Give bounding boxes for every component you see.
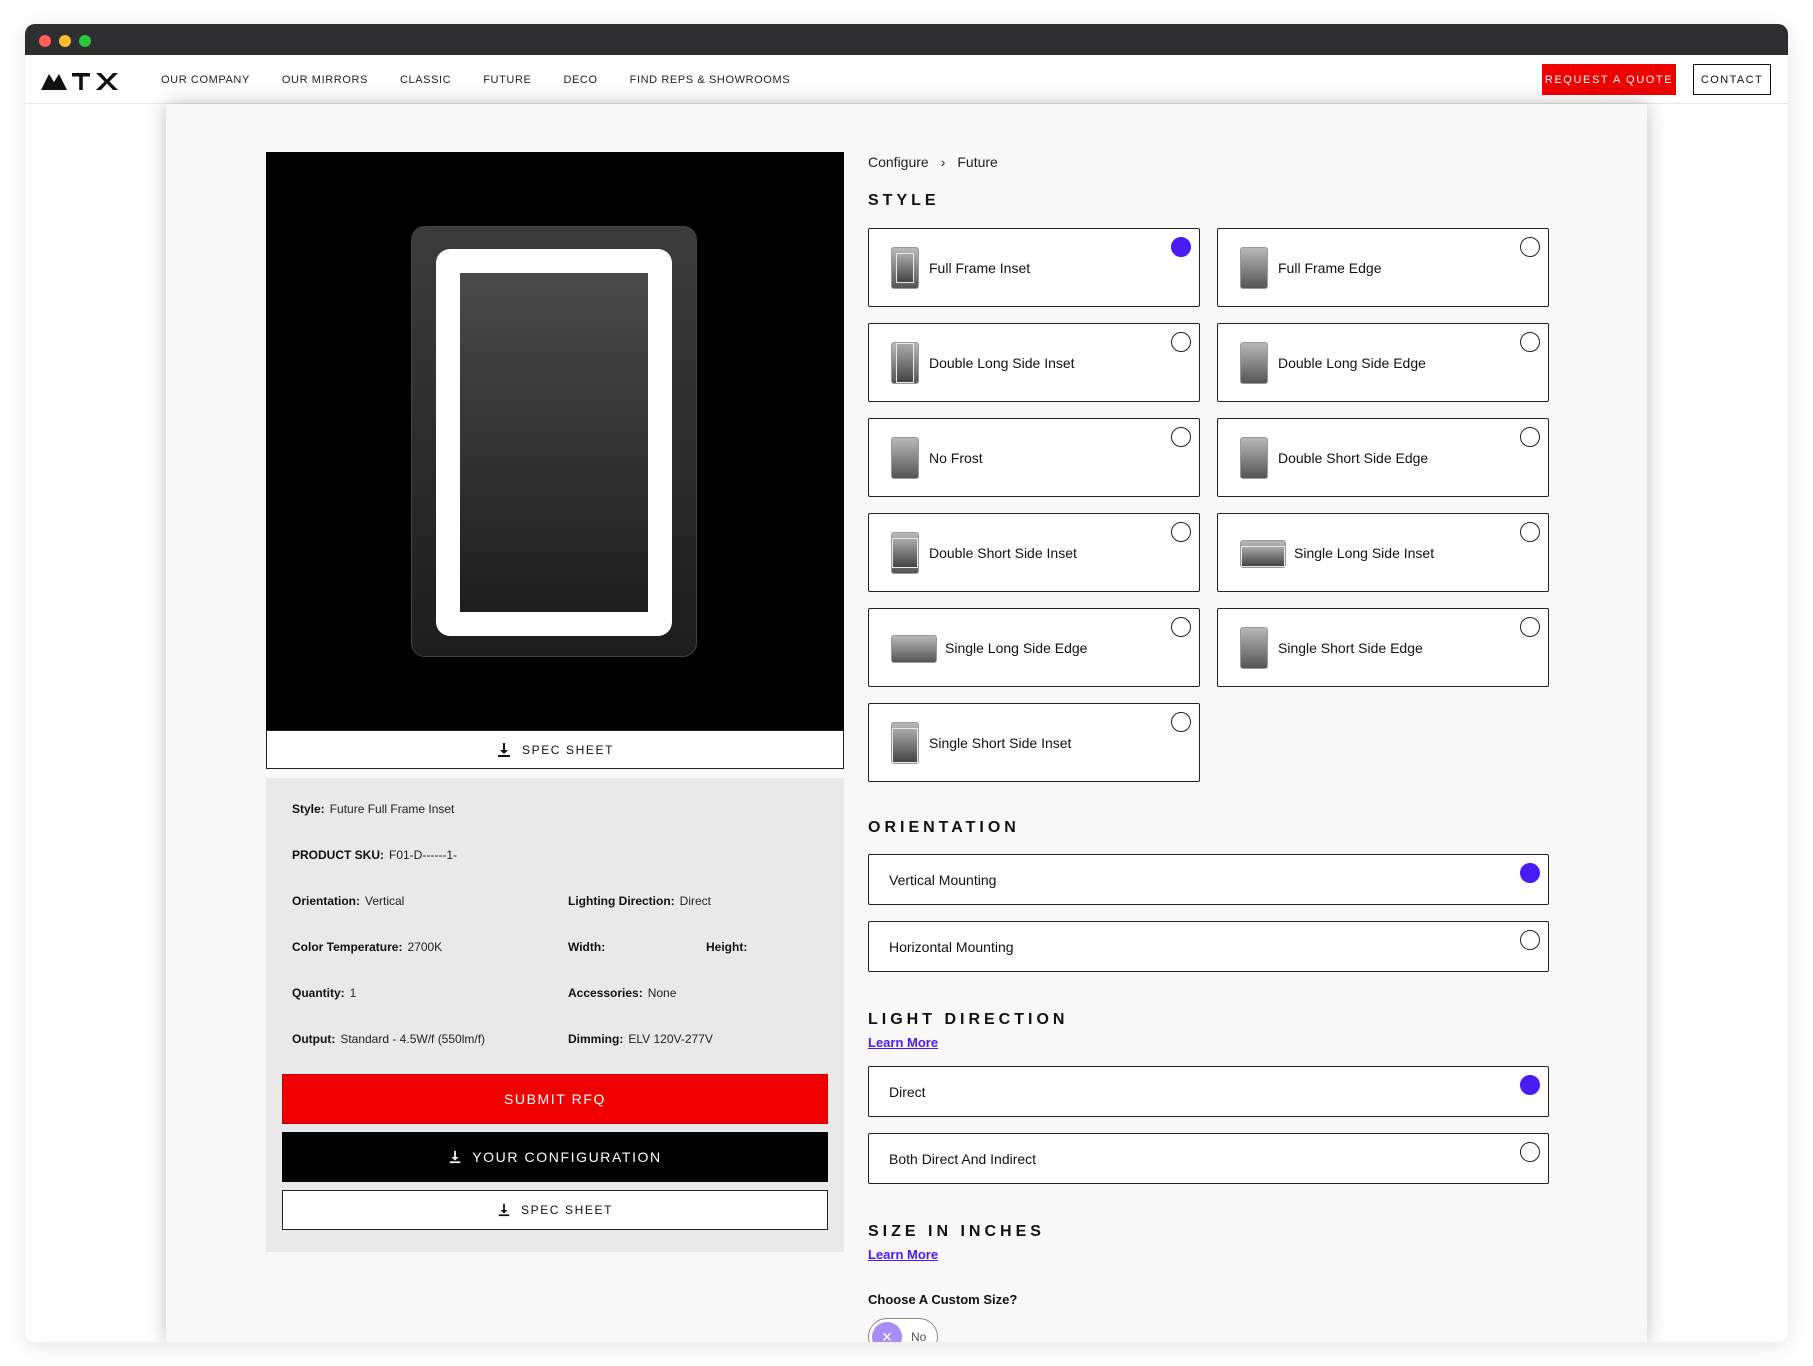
custom-size-question: Choose A Custom Size?	[868, 1292, 1018, 1307]
mirror-thumbnail-icon	[1240, 540, 1286, 568]
close-window-dot[interactable]	[39, 35, 51, 47]
nav-classic[interactable]: CLASSIC	[400, 74, 451, 86]
minimize-window-dot[interactable]	[59, 35, 71, 47]
radio-icon[interactable]	[1520, 1142, 1540, 1162]
summary-output: Output: Standard - 4.5W/f (550lm/f)	[292, 1032, 486, 1046]
size-heading: SIZE IN INCHES	[868, 1223, 1045, 1240]
download-icon	[498, 1203, 510, 1217]
style-option-no-frost[interactable]: No Frost	[868, 418, 1200, 497]
summary-height: Height:	[706, 940, 748, 954]
request-quote-button[interactable]: REQUEST A QUOTE	[1542, 64, 1676, 95]
mirror-thumbnail-icon	[891, 437, 919, 479]
radio-selected-icon[interactable]	[1520, 863, 1540, 883]
configuration-summary: Style: Future Full Frame Inset PRODUCT SK…	[266, 778, 844, 1252]
mirror-thumbnail-icon	[1240, 627, 1268, 669]
light-option-direct[interactable]: Direct	[868, 1066, 1549, 1117]
mirror-thumbnail-icon	[1240, 342, 1268, 384]
configurator-panel: SPEC SHEET Style: Future Full Frame Inset…	[166, 104, 1647, 1342]
radio-icon[interactable]	[1171, 712, 1191, 732]
radio-selected-icon[interactable]	[1171, 237, 1191, 257]
radio-icon[interactable]	[1171, 427, 1191, 447]
style-heading: STYLE	[868, 192, 940, 209]
top-navigation: OUR COMPANY OUR MIRRORS CLASSIC FUTURE D…	[25, 55, 1788, 104]
chevron-right-icon: ›	[940, 154, 946, 170]
download-icon	[449, 1150, 461, 1164]
mirror-thumbnail-icon	[891, 532, 919, 574]
radio-icon[interactable]	[1171, 522, 1191, 542]
nav-our-mirrors[interactable]: OUR MIRRORS	[282, 74, 368, 86]
nav-links: OUR COMPANY OUR MIRRORS CLASSIC FUTURE D…	[161, 55, 822, 104]
close-icon: ×	[872, 1322, 902, 1342]
mirror-thumbnail-icon	[891, 722, 919, 764]
submit-rfq-button[interactable]: SUBMIT RFQ	[282, 1074, 828, 1124]
mtx-logo[interactable]	[41, 70, 123, 90]
your-configuration-button[interactable]: YOUR CONFIGURATION	[282, 1132, 828, 1182]
radio-icon[interactable]	[1520, 522, 1540, 542]
style-option-double-short-side-edge[interactable]: Double Short Side Edge	[1217, 418, 1549, 497]
nav-deco[interactable]: DECO	[563, 74, 597, 86]
breadcrumb-configure[interactable]: Configure	[868, 154, 929, 170]
style-option-double-long-side-edge[interactable]: Double Long Side Edge	[1217, 323, 1549, 402]
radio-icon[interactable]	[1520, 427, 1540, 447]
nav-our-company[interactable]: OUR COMPANY	[161, 74, 250, 86]
mirror-frame-image	[411, 226, 697, 657]
mirror-thumbnail-icon	[1240, 437, 1268, 479]
breadcrumb: Configure › Future	[868, 154, 998, 170]
breadcrumb-future[interactable]: Future	[957, 154, 997, 170]
mirror-thumbnail-icon	[891, 247, 919, 289]
orientation-option-horizontal[interactable]: Horizontal Mounting	[868, 921, 1549, 972]
radio-icon[interactable]	[1520, 332, 1540, 352]
spec-sheet-button-bottom[interactable]: SPEC SHEET	[282, 1190, 828, 1230]
maximize-window-dot[interactable]	[79, 35, 91, 47]
spec-sheet-label: SPEC SHEET	[520, 1203, 614, 1217]
summary-dimming: Dimming: ELV 120V-277V	[568, 1032, 713, 1046]
radio-icon[interactable]	[1171, 332, 1191, 352]
mirror-thumbnail-icon	[1240, 247, 1268, 289]
contact-button[interactable]: CONTACT	[1693, 64, 1771, 95]
radio-icon[interactable]	[1520, 617, 1540, 637]
toggle-label: No	[911, 1330, 927, 1342]
size-learn-more-link[interactable]: Learn More	[868, 1247, 938, 1262]
mirror-thumbnail-icon	[891, 635, 937, 663]
light-option-both[interactable]: Both Direct And Indirect	[868, 1133, 1549, 1184]
style-option-double-long-side-inset[interactable]: Double Long Side Inset	[868, 323, 1200, 402]
style-option-full-frame-inset[interactable]: Full Frame Inset	[868, 228, 1200, 307]
radio-selected-icon[interactable]	[1520, 1075, 1540, 1095]
nav-find-reps[interactable]: FIND REPS & SHOWROOMS	[630, 74, 791, 86]
style-option-double-short-side-inset[interactable]: Double Short Side Inset	[868, 513, 1200, 592]
nav-future[interactable]: FUTURE	[483, 74, 531, 86]
radio-icon[interactable]	[1520, 930, 1540, 950]
your-configuration-label: YOUR CONFIGURATION	[472, 1149, 662, 1165]
light-direction-heading: LIGHT DIRECTION	[868, 1011, 1069, 1028]
style-option-single-short-side-edge[interactable]: Single Short Side Edge	[1217, 608, 1549, 687]
light-direction-learn-more-link[interactable]: Learn More	[868, 1035, 938, 1050]
summary-lighting-direction: Lighting Direction: Direct	[568, 894, 711, 908]
summary-style: Style: Future Full Frame Inset	[292, 802, 455, 816]
summary-accessories: Accessories: None	[568, 986, 677, 1000]
spec-sheet-label: SPEC SHEET	[521, 742, 615, 757]
style-option-single-short-side-inset[interactable]: Single Short Side Inset	[868, 703, 1200, 782]
orientation-heading: ORIENTATION	[868, 819, 1020, 836]
summary-quantity: Quantity: 1	[292, 986, 357, 1000]
summary-color-temperature: Color Temperature: 2700K	[292, 940, 443, 954]
spec-sheet-download-button[interactable]: SPEC SHEET	[266, 730, 844, 769]
orientation-option-vertical[interactable]: Vertical Mounting	[868, 854, 1549, 905]
download-icon	[497, 742, 510, 757]
mirror-thumbnail-icon	[891, 342, 919, 384]
custom-size-toggle[interactable]: × No	[868, 1318, 938, 1342]
style-option-single-long-side-edge[interactable]: Single Long Side Edge	[868, 608, 1200, 687]
summary-orientation: Orientation: Vertical	[292, 894, 405, 908]
browser-window: OUR COMPANY OUR MIRRORS CLASSIC FUTURE D…	[25, 24, 1788, 1342]
mirror-preview	[266, 152, 844, 730]
radio-icon[interactable]	[1171, 617, 1191, 637]
title-bar	[25, 24, 1788, 55]
summary-sku: PRODUCT SKU: F01-D------1-	[292, 848, 457, 862]
style-option-single-long-side-inset[interactable]: Single Long Side Inset	[1217, 513, 1549, 592]
style-option-full-frame-edge[interactable]: Full Frame Edge	[1217, 228, 1549, 307]
radio-icon[interactable]	[1520, 237, 1540, 257]
summary-width: Width:	[568, 940, 606, 954]
